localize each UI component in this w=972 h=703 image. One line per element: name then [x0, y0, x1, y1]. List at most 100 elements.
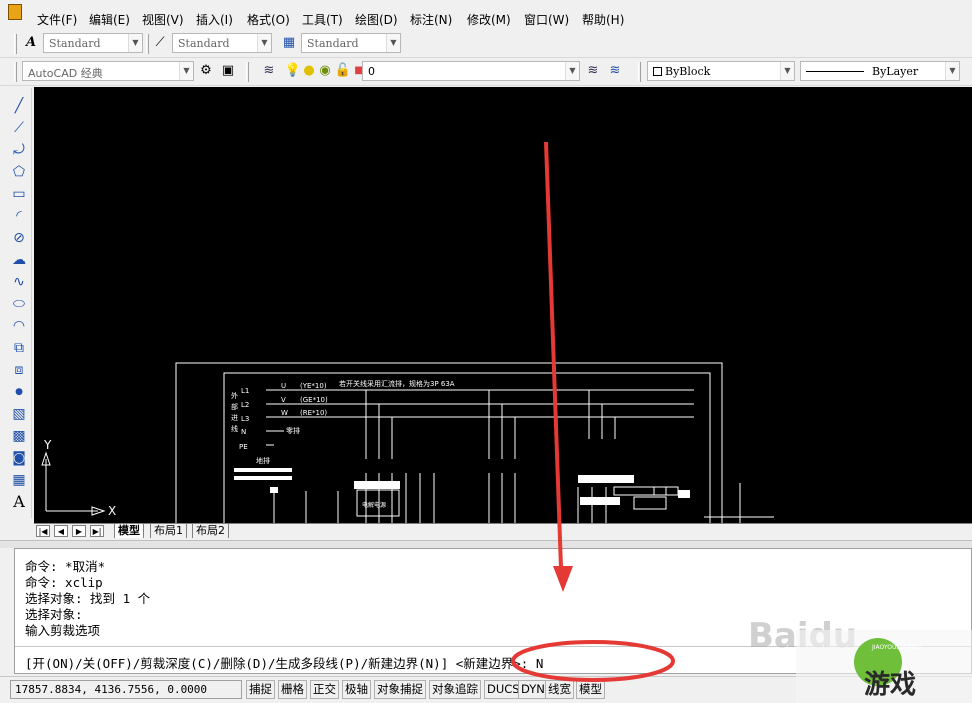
chevron-down-icon[interactable]: ▼	[179, 62, 193, 80]
linetype-select[interactable]: ByLayer ▼	[800, 61, 960, 81]
draw-toolbar: ╱ ⟋ ⤾ ⬠ ▭ ◜ ⊘ ☁ ∿ ⬭ ◠ ⧉ ⧈ ● ▧ ▩ ◙ ▦ A	[6, 88, 32, 518]
breaker-block	[578, 475, 634, 483]
model-toggle[interactable]: 模型	[576, 680, 605, 699]
chevron-down-icon[interactable]: ▼	[780, 62, 794, 80]
tab-layout2[interactable]: 布局2	[192, 524, 229, 538]
layer-select[interactable]: 0 ▼	[362, 61, 580, 81]
ellipse-arc-icon[interactable]: ◠	[9, 316, 29, 336]
make-block-icon[interactable]: ⧈	[9, 360, 29, 380]
gradient-icon[interactable]: ▩	[9, 426, 29, 446]
drawing-canvas[interactable]: 若开关线采用汇流排，规格为3P 63A L1 L2 L3 N PE 外 部 进 …	[34, 87, 972, 523]
menu-modify[interactable]: 修改(M)	[467, 11, 511, 28]
phase-label: N	[241, 428, 246, 436]
text-style-value: Standard	[49, 37, 101, 50]
color-select[interactable]: ByBlock ▼	[647, 61, 795, 81]
side-label: 线	[231, 424, 238, 433]
menu-dimension[interactable]: 标注(N)	[410, 11, 452, 28]
side-label: 部	[231, 402, 238, 411]
menu-help[interactable]: 帮助(H)	[582, 11, 624, 28]
osnap-toggle[interactable]: 对象捕捉	[374, 680, 426, 699]
bus-letter: W	[281, 409, 288, 417]
phase-label: L3	[241, 415, 249, 423]
rectangle-icon[interactable]: ▭	[9, 184, 29, 204]
menu-file[interactable]: 文件(F)	[37, 11, 77, 28]
text-style-icon[interactable]: A	[22, 34, 40, 52]
menu-window[interactable]: 窗口(W)	[524, 11, 569, 28]
menu-insert[interactable]: 插入(I)	[196, 11, 233, 28]
polygon-icon[interactable]: ⬠	[9, 162, 29, 182]
ortho-toggle[interactable]: 正交	[310, 680, 339, 699]
zero-label: 零排	[286, 426, 300, 435]
otrack-toggle[interactable]: 对象追踪	[429, 680, 481, 699]
line-icon[interactable]: ╱	[9, 96, 29, 116]
menu-draw[interactable]: 绘图(D)	[355, 11, 398, 28]
save-workspace-icon[interactable]: ▣	[219, 62, 237, 80]
lineweight-toggle[interactable]: 线宽	[545, 680, 574, 699]
workspace-settings-icon[interactable]: ⚙	[197, 62, 215, 80]
toolbar-grip[interactable]	[246, 62, 249, 82]
spline-icon[interactable]: ∿	[9, 272, 29, 292]
layer-previous-icon[interactable]: ≋	[606, 62, 624, 80]
breaker-block	[580, 497, 620, 505]
chevron-down-icon[interactable]: ▼	[565, 62, 579, 80]
ducs-toggle[interactable]: DUCS	[484, 680, 523, 699]
coordinate-readout[interactable]: 17857.8834, 4136.7556, 0.0000	[10, 680, 242, 699]
command-prompt[interactable]: [开(ON)/关(OFF)/剪裁深度(C)/删除(D)/生成多段线(P)/新建边…	[25, 653, 543, 672]
freeze-icon[interactable]: ◉	[316, 62, 334, 80]
polar-toggle[interactable]: 极轴	[342, 680, 371, 699]
insert-block-icon[interactable]: ⧉	[9, 338, 29, 358]
polyline-icon[interactable]: ⤾	[9, 140, 29, 160]
multiline-text-icon[interactable]: A	[9, 492, 29, 512]
layer-manager-icon[interactable]: ≋	[260, 62, 278, 80]
toolbar-grip[interactable]	[638, 62, 641, 82]
drawing-svg[interactable]: 若开关线采用汇流排，规格为3P 63A L1 L2 L3 N PE 外 部 进 …	[34, 87, 972, 523]
bus-letter: V	[281, 396, 286, 404]
point-icon[interactable]: ●	[9, 382, 29, 402]
table-style-icon[interactable]: ▦	[280, 34, 298, 52]
snap-toggle[interactable]: 捕捉	[246, 680, 275, 699]
color-value: ByBlock	[665, 65, 711, 78]
dyn-toggle[interactable]: DYN	[518, 680, 548, 699]
site-watermark: 游戏 JIAOYOUXIWANG	[796, 630, 972, 703]
first-tab-icon[interactable]: |◀	[36, 525, 50, 537]
app-icon[interactable]	[8, 4, 22, 20]
color-swatch	[653, 67, 662, 76]
table-style-value: Standard	[307, 37, 359, 50]
command-splitter[interactable]	[0, 540, 972, 548]
chevron-down-icon[interactable]: ▼	[128, 34, 142, 52]
toolbar-grip[interactable]	[14, 62, 17, 82]
text-style-select[interactable]: Standard ▼	[43, 33, 143, 53]
dim-style-select[interactable]: Standard ▼	[172, 33, 272, 53]
next-tab-icon[interactable]: ▶	[72, 525, 86, 537]
dim-style-icon[interactable]: ⟋	[151, 34, 169, 52]
site-logo-text: 游戏	[864, 670, 917, 700]
toolbar-grip[interactable]	[14, 34, 17, 54]
toolbar-grip[interactable]	[146, 34, 149, 54]
table-icon[interactable]: ▦	[9, 470, 29, 490]
circle-icon[interactable]: ⊘	[9, 228, 29, 248]
workspace-select[interactable]: AutoCAD 经典 ▼	[22, 61, 194, 81]
menu-format[interactable]: 格式(O)	[247, 11, 290, 28]
make-current-layer-icon[interactable]: ≋	[584, 62, 602, 80]
hatch-icon[interactable]: ▧	[9, 404, 29, 424]
menu-view[interactable]: 视图(V)	[142, 11, 184, 28]
construction-line-icon[interactable]: ⟋	[9, 118, 29, 138]
grid-toggle[interactable]: 栅格	[278, 680, 307, 699]
chevron-down-icon[interactable]: ▼	[257, 34, 271, 52]
revision-cloud-icon[interactable]: ☁	[9, 250, 29, 270]
side-label: 外	[231, 391, 238, 400]
box-label: 电解电源	[362, 501, 386, 509]
terminal-block	[270, 487, 278, 493]
tab-layout1[interactable]: 布局1	[150, 524, 187, 538]
menu-edit[interactable]: 编辑(E)	[89, 11, 130, 28]
arc-icon[interactable]: ◜	[9, 206, 29, 226]
menu-tools[interactable]: 工具(T)	[302, 11, 343, 28]
prev-tab-icon[interactable]: ◀	[54, 525, 68, 537]
table-style-select[interactable]: Standard ▼	[301, 33, 401, 53]
tab-model[interactable]: 模型	[114, 524, 144, 538]
region-icon[interactable]: ◙	[9, 448, 29, 468]
chevron-down-icon[interactable]: ▼	[945, 62, 959, 80]
ellipse-icon[interactable]: ⬭	[9, 294, 29, 314]
chevron-down-icon[interactable]: ▼	[386, 34, 400, 52]
last-tab-icon[interactable]: ▶|	[90, 525, 104, 537]
